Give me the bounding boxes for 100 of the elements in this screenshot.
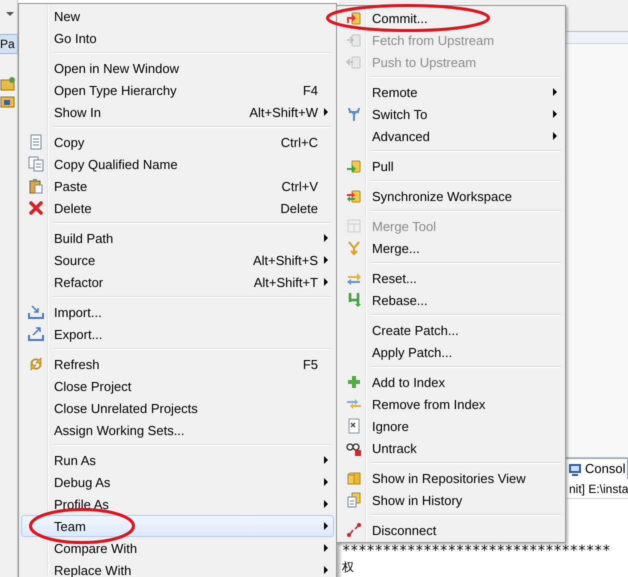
menu-label: Source	[54, 254, 96, 266]
menu-label: Replace With	[54, 564, 132, 576]
menu-item[interactable]: Close Unrelated Projects	[21, 397, 334, 419]
menu-label: Team	[54, 520, 86, 532]
menu-label: Fetch from Upstream	[372, 34, 494, 46]
menu-label: Export...	[54, 328, 102, 340]
view-tab[interactable]: Pa	[0, 34, 18, 54]
shortcut-label: Ctrl+C	[280, 136, 318, 148]
menu-item[interactable]: Create Patch...	[339, 319, 563, 341]
menu-item[interactable]: Remove from Index	[339, 393, 563, 415]
menu-item[interactable]: Reset...	[339, 267, 563, 289]
console-header: nit] E:\insta	[569, 481, 628, 498]
console-tab[interactable]: Consol	[565, 458, 628, 479]
menu-label: New	[54, 10, 80, 22]
menu-item[interactable]: Build Path	[21, 227, 334, 249]
reset-icon	[346, 270, 362, 286]
ignore-icon	[346, 418, 362, 434]
menu-item[interactable]: Delete Delete	[21, 197, 334, 219]
console-icon	[568, 462, 582, 476]
menu-label: Show in Repositories View	[372, 472, 526, 484]
menu-label: Pull	[372, 160, 394, 172]
menu-item[interactable]: Apply Patch...	[339, 341, 563, 363]
menu-label: Commit...	[372, 12, 428, 24]
menu-label: Debug As	[54, 476, 110, 488]
menu-item[interactable]: Untrack	[339, 437, 563, 459]
project-icons	[0, 76, 16, 110]
refresh-icon	[28, 356, 44, 372]
menu-label: Push to Upstream	[372, 56, 476, 68]
merge-icon	[346, 240, 362, 256]
menu-item[interactable]: Switch To	[339, 103, 563, 125]
clipboard-icon	[28, 178, 44, 194]
dropdown-arrow-icon[interactable]	[6, 12, 14, 16]
menu-item[interactable]: Compare With	[21, 537, 334, 559]
menu-label: Run As	[54, 454, 96, 466]
menu-label: Switch To	[372, 108, 428, 120]
menu-item[interactable]: Debug As	[21, 471, 334, 493]
push-icon	[346, 54, 362, 70]
menu-item[interactable]: Replace With	[21, 559, 334, 577]
menu-item[interactable]: Close Project	[21, 375, 334, 397]
menu-item[interactable]: Advanced	[339, 125, 563, 147]
menu-label: Import...	[54, 306, 102, 318]
menu-label: Close Unrelated Projects	[54, 402, 198, 414]
menu-item[interactable]: Rebase...	[339, 289, 563, 311]
merge-tool-icon	[346, 218, 362, 234]
add-icon	[346, 374, 362, 390]
menu-item[interactable]: Synchronize Workspace	[339, 185, 563, 207]
shortcut-label: F4	[302, 84, 318, 96]
menu-item[interactable]: Copy Qualified Name	[21, 153, 334, 175]
fetch-icon	[346, 32, 362, 48]
menu-label: Merge...	[372, 242, 420, 254]
export-icon	[28, 326, 44, 342]
menu-item[interactable]: Export...	[21, 323, 334, 345]
menu-item[interactable]: Pull	[339, 155, 563, 177]
menu-label: Copy	[54, 136, 84, 148]
menu-label: Untrack	[372, 442, 417, 454]
menu-item[interactable]: Commit...	[339, 7, 563, 29]
menu-item[interactable]: Open Type Hierarchy F4	[21, 79, 334, 101]
menu-item[interactable]: Add to Index	[339, 371, 563, 393]
menu-item[interactable]: Source Alt+Shift+S	[21, 249, 334, 271]
menu-item[interactable]: Ignore	[339, 415, 563, 437]
documents-icon	[28, 156, 44, 172]
console-line: *********************************	[342, 543, 612, 559]
menu-item[interactable]: Remote	[339, 81, 563, 103]
menu-item[interactable]: Merge...	[339, 237, 563, 259]
menu-label: Close Project	[54, 380, 132, 392]
delete-icon	[28, 200, 44, 216]
menu-label: Advanced	[372, 130, 430, 142]
disconnect-icon	[346, 522, 362, 538]
menu-item[interactable]: Team	[21, 515, 334, 537]
menu-label: Profile As	[54, 498, 109, 510]
menu-label: Show In	[54, 106, 101, 118]
menu-label: Apply Patch...	[372, 346, 452, 358]
menu-label: Open Type Hierarchy	[54, 84, 177, 96]
menu-item[interactable]: Paste Ctrl+V	[21, 175, 334, 197]
menu-item[interactable]: Disconnect	[339, 519, 563, 541]
menu-item[interactable]: Copy Ctrl+C	[21, 131, 334, 153]
menu-label: Paste	[54, 180, 88, 192]
rebase-icon	[346, 292, 362, 308]
menu-item[interactable]: Run As	[21, 449, 334, 471]
menu-label: Open in New Window	[54, 62, 179, 74]
menu-item[interactable]: Show in Repositories View	[339, 467, 563, 489]
pull-icon	[346, 158, 362, 174]
menu-label: Show in History	[372, 494, 462, 506]
import-icon	[28, 304, 44, 320]
menu-label: Remote	[372, 86, 418, 98]
menu-item[interactable]: Refresh F5	[21, 353, 334, 375]
sync-icon	[346, 188, 362, 204]
menu-item[interactable]: Go Into	[21, 27, 334, 49]
menu-item[interactable]: Show In Alt+Shift+W	[21, 101, 334, 123]
menu-item[interactable]: Show in History	[339, 489, 563, 511]
menu-item[interactable]: Assign Working Sets...	[21, 419, 334, 441]
menu-item[interactable]: Import...	[21, 301, 334, 323]
menu-item[interactable]: Open in New Window	[21, 57, 334, 79]
shortcut-label: Alt+Shift+W	[249, 106, 318, 118]
menu-item[interactable]: New	[21, 5, 334, 27]
menu-item[interactable]: Refactor Alt+Shift+T	[21, 271, 334, 293]
menu-label: Refresh	[54, 358, 100, 370]
menu-item[interactable]: Profile As	[21, 493, 334, 515]
menu-label: Create Patch...	[372, 324, 459, 336]
menu-label: Compare With	[54, 542, 138, 554]
